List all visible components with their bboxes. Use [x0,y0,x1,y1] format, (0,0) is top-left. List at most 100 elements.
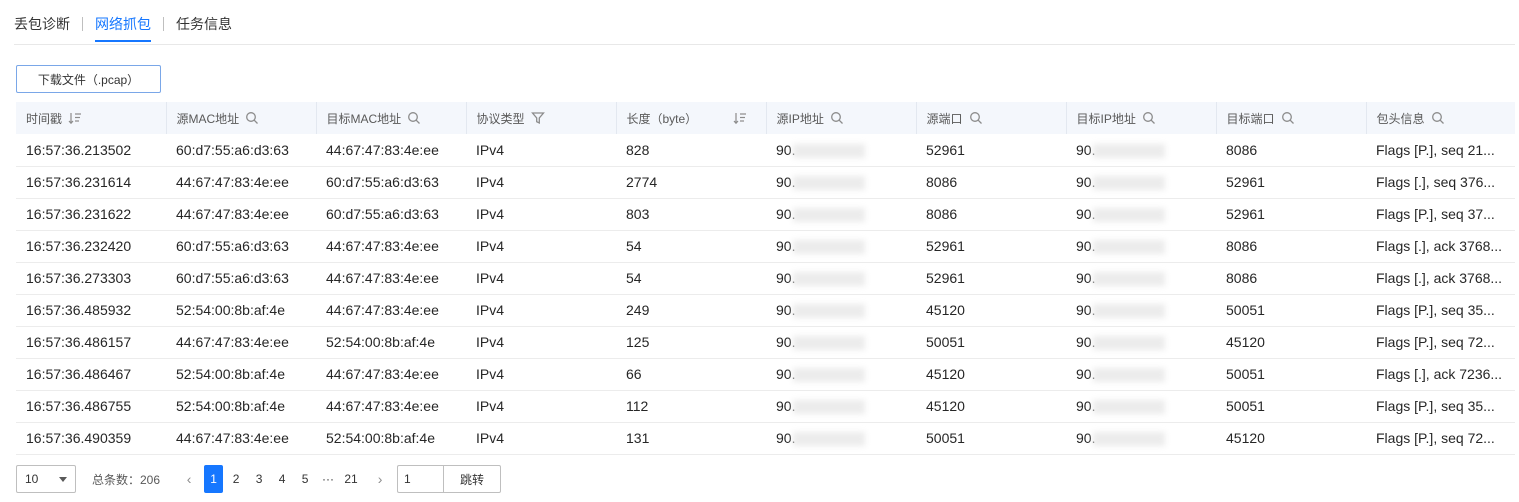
table-cell: Flags [.], ack 3768... [1366,262,1515,295]
cell-text: 16:57:36.486755 [26,398,132,414]
table-cell: Flags [.], seq 376... [1366,166,1515,199]
redacted-ip-mask [1093,208,1166,223]
cell-text: 66 [626,366,642,382]
column-header: 协议类型 [466,102,617,134]
tabs-divider [14,44,1515,45]
page-size-select[interactable]: 10 [16,465,76,493]
page-number[interactable]: 2 [226,465,246,493]
sort-icon[interactable] [733,111,747,125]
table-row[interactable]: 16:57:36.231614 44:67:47:83:4e:ee 60:d7:55… [16,166,1515,199]
table-row[interactable]: 16:57:36.486755 52:54:00:8b:af:4e 44:67:47… [16,390,1515,423]
table-row[interactable]: 16:57:36.485932 52:54:00:8b:af:4e 44:67:47… [16,294,1515,327]
cell-text: 52:54:00:8b:af:4e [176,302,285,318]
table-cell: 90. [1066,326,1216,359]
table-cell: 54 [616,262,766,295]
table-row[interactable]: 16:57:36.232420 60:d7:55:a6:d3:63 44:67:47… [16,230,1515,263]
table-cell: IPv4 [466,262,616,295]
table-cell: 90. [1066,262,1216,295]
table-cell: 44:67:47:83:4e:ee [316,358,466,391]
cell-text: IPv4 [476,174,505,190]
table-cell: 52:54:00:8b:af:4e [316,422,466,455]
search-icon[interactable] [1281,111,1295,125]
chevron-left-icon[interactable]: ‹ [182,471,196,487]
table-cell: 45120 [916,390,1066,423]
cell-text: 8086 [926,174,958,190]
page-number[interactable]: 4 [272,465,292,493]
cell-text: 54 [626,270,642,286]
page-number[interactable]: 21 [341,465,361,493]
table-cell: 8086 [916,166,1066,199]
table-cell: 52961 [1216,166,1366,199]
table-cell: Flags [.], ack 3768... [1366,230,1515,263]
filter-icon[interactable] [530,111,545,125]
table-cell: 60:d7:55:a6:d3:63 [166,262,316,295]
table-cell: IPv4 [466,198,616,231]
cell-text: 125 [626,334,650,350]
table-cell: 90. [766,262,916,295]
cell-text: 8086 [1226,141,1258,158]
cell-text: Flags [P.], seq 35... [1376,302,1495,318]
table-cell: 90. [1066,358,1216,391]
table-cell: IPv4 [466,166,616,199]
tab-packet-loss-diagnosis[interactable]: 丢包诊断 [14,14,70,42]
table-row[interactable]: 16:57:36.486157 44:67:47:83:4e:ee 52:54:00… [16,326,1515,359]
table-cell: 90. [1066,198,1216,231]
cell-text: IPv4 [476,334,505,350]
redacted-ip-mask [793,304,866,319]
jump-button[interactable]: 跳转 [443,465,502,493]
cell-text: 52:54:00:8b:af:4e [176,366,285,382]
page-number[interactable]: 1 [204,465,224,493]
column-header: 目标IP地址 [1066,102,1217,134]
cell-text: Flags [.], ack 3768... [1376,270,1503,286]
table-cell: Flags [P.], seq 35... [1366,390,1515,423]
cell-text: 45120 [1226,430,1265,446]
redacted-ip-mask [1093,400,1166,415]
table-cell: 90. [1066,230,1216,263]
redacted-ip-mask [1093,304,1166,319]
cell-text: 8086 [926,206,958,222]
cell-text: IPv4 [476,366,505,382]
cell-text: Flags [P.], seq 72... [1376,430,1495,446]
tab-network-capture[interactable]: 网络抓包 [95,14,151,42]
page-ellipsis[interactable]: ··· [318,465,338,493]
table-row[interactable]: 16:57:36.490359 44:67:47:83:4e:ee 52:54:00… [16,422,1515,455]
cell-text: 60:d7:55:a6:d3:63 [326,174,439,190]
chevron-right-icon[interactable]: › [373,471,387,487]
page-number[interactable]: 3 [249,465,269,493]
page-size-value: 10 [25,472,39,486]
sort-icon[interactable] [68,111,82,125]
table-cell: 66 [616,358,766,391]
table-cell: 16:57:36.486157 [16,326,166,359]
cell-text: 52:54:00:8b:af:4e [326,334,435,350]
table-cell: 8086 [916,198,1066,231]
cell-text: 44:67:47:83:4e:ee [326,398,439,414]
search-icon[interactable] [1431,111,1445,125]
page-number[interactable]: 5 [295,465,315,493]
table-row[interactable]: 16:57:36.273303 60:d7:55:a6:d3:63 44:67:47… [16,262,1515,295]
table-row[interactable]: 16:57:36.213502 60:d7:55:a6:d3:63 44:67:47… [16,134,1515,167]
search-icon[interactable] [245,111,259,125]
search-icon[interactable] [1142,111,1156,125]
table-cell: 50051 [1216,294,1366,327]
cell-text: 45120 [926,398,965,414]
table-row[interactable]: 16:57:36.486467 52:54:00:8b:af:4e 44:67:47… [16,358,1515,391]
table-cell: 52961 [916,230,1066,263]
download-pcap-button[interactable]: 下载文件（.pcap） [16,65,161,93]
table-cell: 8086 [1216,134,1366,167]
search-icon[interactable] [830,111,844,125]
jump-page-input[interactable] [397,465,444,493]
table-cell: 2774 [616,166,766,199]
cell-text: 50051 [1226,366,1265,382]
table-cell: 52961 [1216,198,1366,231]
table-row[interactable]: 16:57:36.231622 44:67:47:83:4e:ee 60:d7:55… [16,198,1515,231]
cell-text: 45120 [926,302,965,318]
redacted-ip-mask [793,143,866,158]
tab-task-info[interactable]: 任务信息 [176,14,232,42]
table-cell: 44:67:47:83:4e:ee [316,390,466,423]
table-cell: 90. [1066,166,1216,199]
column-header: 时间戳 [16,102,167,134]
search-icon[interactable] [407,111,421,125]
search-icon[interactable] [969,111,983,125]
table-cell: 828 [616,134,766,167]
table-cell: 125 [616,326,766,359]
